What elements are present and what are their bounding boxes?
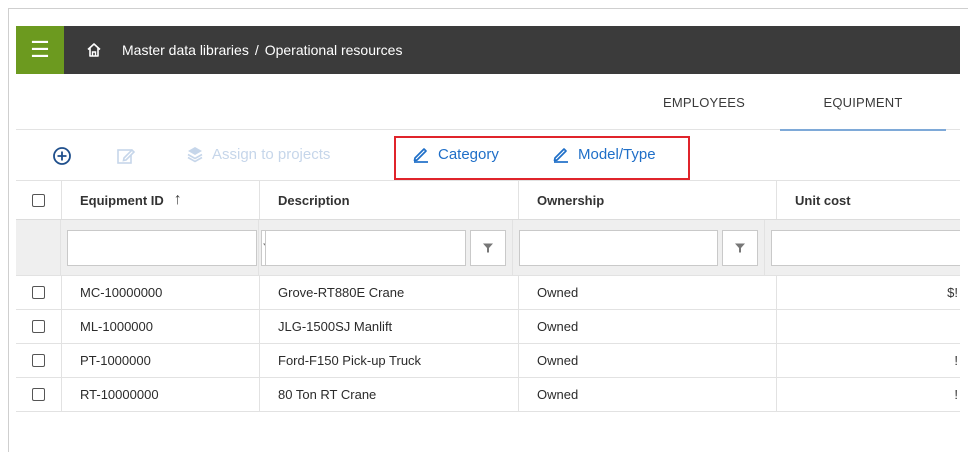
- equipment-id-cell: RT-10000000: [62, 378, 260, 411]
- pencil-icon: [413, 148, 428, 163]
- add-button[interactable]: [52, 146, 72, 166]
- breadcrumb-item-master-data[interactable]: Master data libraries: [122, 42, 249, 58]
- row-checkbox[interactable]: [32, 388, 45, 401]
- table-row[interactable]: ML-1000000 JLG-1500SJ Manlift Owned: [16, 310, 960, 344]
- menu-button[interactable]: ☰: [16, 26, 64, 74]
- category-label: Category: [438, 145, 499, 163]
- description-filter-input[interactable]: [265, 229, 466, 266]
- row-checkbox[interactable]: [32, 286, 45, 299]
- select-all-checkbox[interactable]: [32, 193, 45, 207]
- ownership-cell: Owned: [519, 378, 777, 411]
- equipment-id-cell: PT-1000000: [62, 344, 260, 377]
- breadcrumb-separator: /: [254, 42, 259, 58]
- layers-icon: [187, 147, 203, 163]
- sort-ascending-icon[interactable]: ↑: [174, 191, 182, 209]
- category-button[interactable]: Category: [412, 145, 499, 163]
- column-header-label: Unit cost: [795, 192, 851, 208]
- ownership-cell: Owned: [519, 276, 777, 309]
- description-cell: Grove-RT880E Crane: [260, 276, 519, 309]
- description-cell: 80 Ton RT Crane: [260, 378, 519, 411]
- column-header-label: Equipment ID: [80, 192, 164, 208]
- filter-icon: [482, 243, 493, 252]
- pencil-icon: [553, 148, 568, 163]
- equipment-id-cell: ML-1000000: [62, 310, 260, 343]
- column-header-description[interactable]: Description: [260, 181, 519, 219]
- column-header-ownership[interactable]: Ownership: [519, 181, 777, 219]
- ownership-cell: Owned: [519, 344, 777, 377]
- equipment-id-filter-input[interactable]: [67, 229, 258, 266]
- description-cell: Ford-F150 Pick-up Truck: [260, 344, 519, 377]
- unit-cost-cell: $!: [947, 285, 958, 300]
- edit-button[interactable]: [116, 146, 136, 166]
- assign-to-projects-button[interactable]: Assign to projects: [186, 145, 330, 163]
- table-row[interactable]: RT-10000000 80 Ton RT Crane Owned !: [16, 378, 960, 412]
- table-row[interactable]: PT-1000000 Ford-F150 Pick-up Truck Owned…: [16, 344, 960, 378]
- tab-equipment[interactable]: EQUIPMENT: [780, 74, 946, 131]
- column-header-label: Ownership: [537, 192, 605, 208]
- model-type-button[interactable]: Model/Type: [552, 145, 656, 163]
- unit-cost-filter-input[interactable]: [771, 229, 960, 266]
- table-header-row: Equipment ID ↑ Description Ownership Uni…: [16, 180, 960, 220]
- breadcrumb: Master data libraries / Operational resour…: [122, 42, 402, 58]
- description-cell: JLG-1500SJ Manlift: [260, 310, 519, 343]
- unit-cost-cell: !: [954, 353, 958, 368]
- assign-to-projects-label: Assign to projects: [212, 145, 331, 163]
- equipment-table: Equipment ID ↑ Description Ownership Uni…: [16, 180, 960, 412]
- top-bar: ☰ Master data libraries / Operational reso…: [16, 26, 960, 74]
- equipment-id-cell: MC-10000000: [62, 276, 260, 309]
- breadcrumb-item-operational-resources: Operational resources: [264, 42, 403, 58]
- column-header-equipment-id[interactable]: Equipment ID ↑: [62, 181, 260, 219]
- hamburger-menu-icon: ☰: [30, 37, 50, 62]
- table-row[interactable]: MC-10000000 Grove-RT880E Crane Owned $!: [16, 276, 960, 310]
- tab-employees[interactable]: EMPLOYEES: [632, 74, 776, 130]
- ownership-cell: Owned: [519, 310, 777, 343]
- unit-cost-cell: !: [954, 387, 958, 402]
- column-header-unit-cost[interactable]: Unit cost: [777, 181, 960, 219]
- model-type-label: Model/Type: [578, 145, 656, 163]
- row-checkbox[interactable]: [32, 320, 45, 333]
- column-header-label: Description: [278, 192, 350, 208]
- toolbar: Assign to projects Category Model/Type: [16, 136, 960, 180]
- filter-row: [16, 220, 960, 276]
- edit-icon: [117, 148, 136, 164]
- row-checkbox[interactable]: [32, 354, 45, 367]
- home-icon[interactable]: [74, 42, 114, 58]
- ownership-filter-input[interactable]: [518, 229, 718, 266]
- add-circle-icon: [53, 147, 71, 165]
- filter-button[interactable]: [722, 229, 758, 266]
- filter-button[interactable]: [469, 229, 506, 266]
- tab-bar: EMPLOYEES EQUIPMENT: [16, 74, 960, 131]
- filter-icon: [735, 243, 745, 252]
